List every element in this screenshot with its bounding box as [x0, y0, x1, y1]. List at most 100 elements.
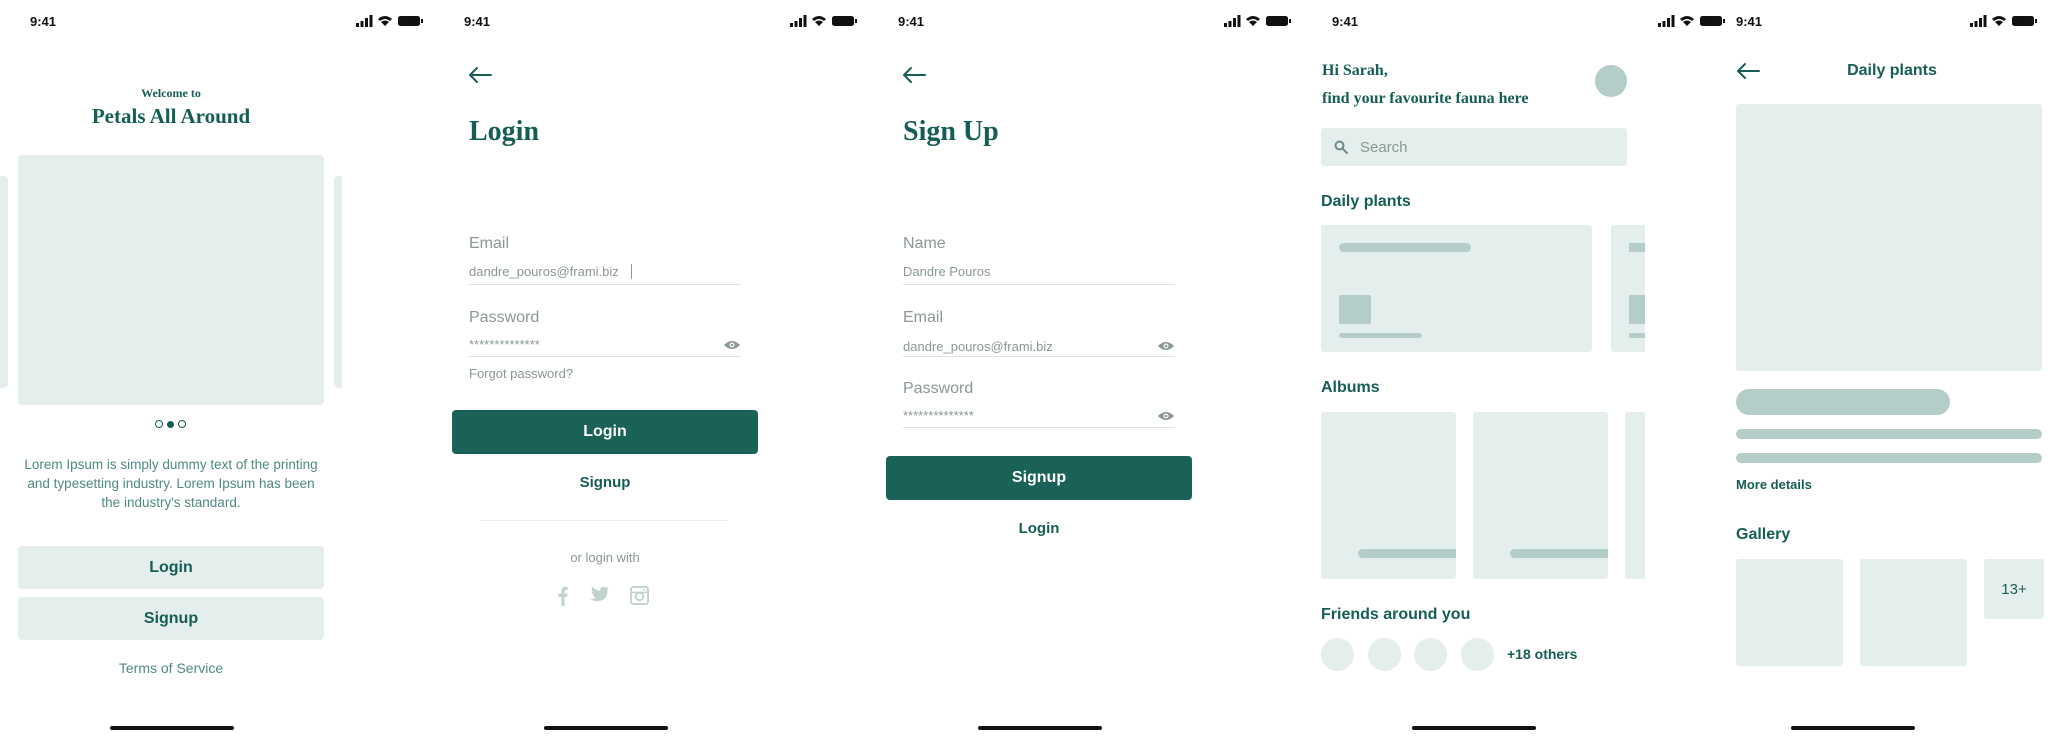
- friend-avatar[interactable]: [1414, 638, 1447, 671]
- name-underline: [903, 284, 1175, 285]
- facebook-icon[interactable]: [558, 586, 568, 606]
- signup-button[interactable]: Signup: [18, 597, 324, 640]
- page-title: Login: [469, 116, 540, 147]
- description-line-placeholder: [1736, 429, 2042, 439]
- welcome-screen: 9:41 Welcome to Petals All Around Lorem …: [0, 0, 434, 742]
- home-indicator: [978, 726, 1102, 730]
- search-input[interactable]: Search: [1321, 128, 1627, 166]
- status-icons: [1658, 15, 1725, 27]
- eye-icon[interactable]: [723, 339, 741, 351]
- instagram-icon[interactable]: [630, 586, 649, 605]
- plant-name-placeholder: [1736, 389, 1950, 415]
- daily-plant-card[interactable]: [1321, 225, 1592, 352]
- welcome-description: Lorem Ipsum is simply dummy text of the …: [24, 457, 318, 510]
- album-card[interactable]: [1321, 412, 1456, 579]
- status-icons: [1224, 15, 1291, 27]
- email-underline: [903, 356, 1175, 357]
- login-button[interactable]: Login: [452, 410, 758, 454]
- friend-avatar[interactable]: [1461, 638, 1494, 671]
- card-thumb-placeholder: [1339, 295, 1371, 324]
- back-arrow-icon[interactable]: [468, 66, 492, 84]
- carousel-dot[interactable]: [155, 420, 163, 428]
- avatar[interactable]: [1595, 65, 1627, 97]
- password-label: Password: [469, 309, 540, 326]
- welcome-subtitle: Welcome to: [141, 86, 201, 100]
- password-field[interactable]: **************: [469, 337, 540, 352]
- email-underline: [469, 284, 741, 285]
- friends-more-link[interactable]: +18 others: [1507, 646, 1577, 662]
- gallery-more-tile[interactable]: 13+: [1984, 559, 2044, 619]
- search-icon: [1334, 140, 1348, 154]
- carousel-dot-active[interactable]: [167, 420, 174, 428]
- login-screen: 9:41 Login Email dandre_pouros@frami.biz…: [434, 0, 868, 742]
- section-title-daily-plants: Daily plants: [1321, 193, 1411, 210]
- carousel-card[interactable]: [18, 155, 324, 405]
- home-indicator: [110, 726, 234, 730]
- status-icons: [790, 15, 857, 27]
- password-field[interactable]: **************: [903, 408, 974, 423]
- back-arrow-icon[interactable]: [902, 66, 926, 84]
- password-underline: [469, 356, 741, 357]
- section-title-albums: Albums: [1321, 379, 1380, 396]
- email-label: Email: [903, 309, 944, 326]
- daily-plant-card-peek[interactable]: [1611, 225, 1645, 352]
- carousel-prev-card[interactable]: [0, 176, 8, 388]
- status-icons: [356, 15, 423, 27]
- gallery-more-count: 13+: [2001, 580, 2027, 598]
- signup-screen: 9:41 Sign Up Name Dandre Pouros Email da…: [868, 0, 1302, 742]
- section-title-gallery: Gallery: [1736, 526, 1791, 543]
- status-time: 9:41: [1736, 14, 1763, 29]
- status-time: 9:41: [30, 14, 57, 29]
- friend-avatar[interactable]: [1321, 638, 1354, 671]
- login-link[interactable]: Login: [868, 520, 1210, 537]
- search-placeholder: Search: [1360, 139, 1408, 156]
- password-underline: [903, 427, 1175, 428]
- card-line-placeholder: [1629, 333, 1645, 338]
- email-field[interactable]: dandre_pouros@frami.biz: [469, 264, 619, 279]
- plant-detail-screen: 9:41 Daily plants More details Gallery 1…: [1736, 0, 2048, 742]
- carousel-indicator[interactable]: [155, 419, 189, 429]
- more-details-link[interactable]: More details: [1736, 477, 1812, 492]
- gallery-thumbnail[interactable]: [1736, 559, 1843, 666]
- home-screen: 9:41 Hi Sarah, find your favourite fauna…: [1302, 0, 1736, 742]
- text-cursor: [631, 264, 632, 279]
- login-button[interactable]: Login: [18, 546, 324, 589]
- status-time: 9:41: [898, 14, 925, 29]
- name-label: Name: [903, 235, 946, 252]
- card-thumb-placeholder: [1629, 295, 1645, 324]
- name-field[interactable]: Dandre Pouros: [903, 264, 990, 279]
- signup-link[interactable]: Signup: [434, 474, 776, 491]
- carousel-dot[interactable]: [178, 420, 186, 428]
- password-label: Password: [903, 380, 974, 397]
- plant-hero-image: [1736, 104, 2042, 371]
- eye-icon[interactable]: [1157, 410, 1175, 422]
- status-time: 9:41: [464, 14, 491, 29]
- forgot-password-link[interactable]: Forgot password?: [469, 366, 573, 381]
- eye-icon[interactable]: [1157, 340, 1175, 352]
- status-time: 9:41: [1332, 14, 1359, 29]
- gallery-thumbnail[interactable]: [1860, 559, 1967, 666]
- greeting-subtitle: find your favourite fauna here: [1322, 90, 1529, 107]
- description-line-placeholder: [1736, 453, 2042, 463]
- card-line-placeholder: [1339, 333, 1422, 338]
- friend-avatar[interactable]: [1368, 638, 1401, 671]
- home-indicator: [544, 726, 668, 730]
- twitter-icon[interactable]: [587, 586, 610, 605]
- terms-link[interactable]: Terms of Service: [0, 660, 342, 676]
- signup-button[interactable]: Signup: [886, 456, 1192, 500]
- greeting-name: Hi Sarah,: [1322, 62, 1388, 79]
- page-title: Daily plants: [1847, 62, 1937, 79]
- album-card[interactable]: [1473, 412, 1608, 579]
- divider: [480, 520, 728, 521]
- or-login-with-label: or login with: [570, 550, 640, 565]
- carousel-next-card[interactable]: [334, 176, 342, 388]
- section-title-friends: Friends around you: [1321, 606, 1471, 623]
- email-field[interactable]: dandre_pouros@frami.biz: [903, 339, 1053, 354]
- page-title: Sign Up: [903, 116, 999, 147]
- app-title: Petals All Around: [91, 104, 251, 128]
- album-card-peek[interactable]: [1625, 412, 1645, 579]
- card-title-placeholder: [1339, 243, 1471, 252]
- card-title-placeholder: [1629, 243, 1645, 252]
- email-label: Email: [469, 235, 510, 252]
- home-indicator: [1791, 726, 1915, 730]
